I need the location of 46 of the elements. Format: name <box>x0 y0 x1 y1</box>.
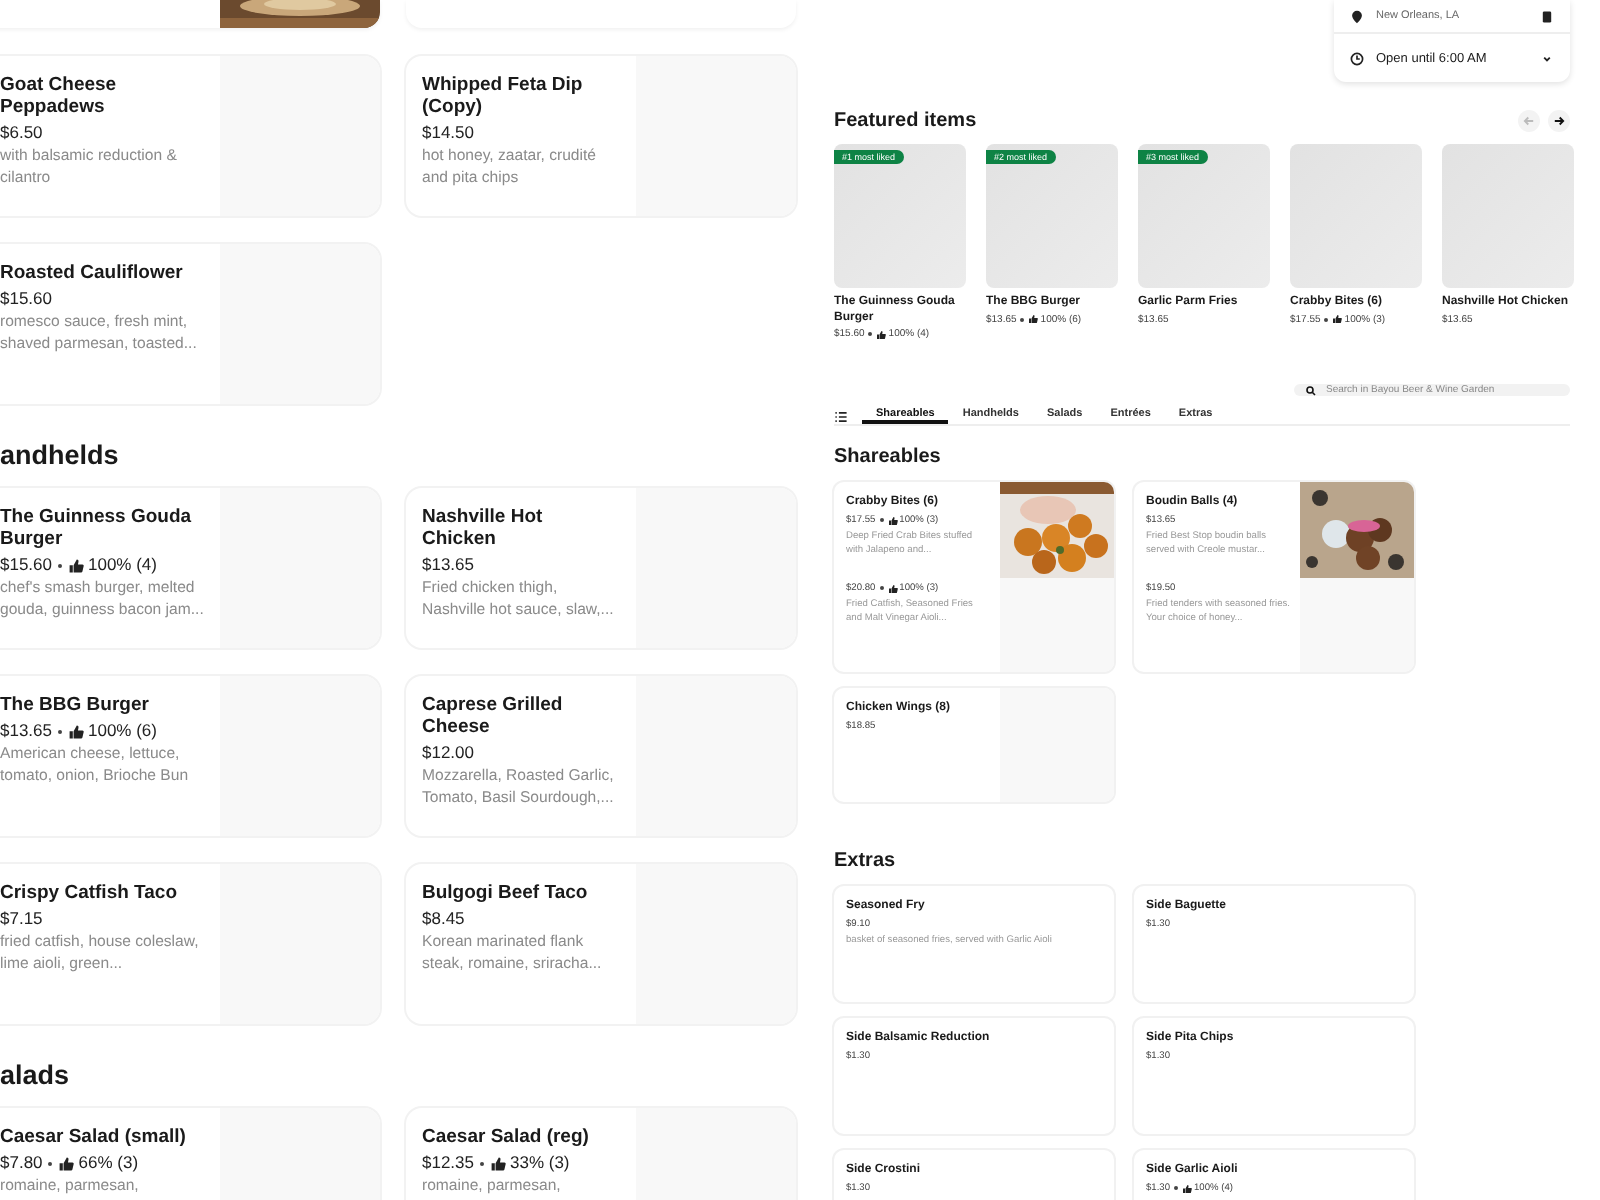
item-price: $7.15 <box>0 908 45 930</box>
thumbs-up-icon <box>887 515 898 525</box>
item-name: The Guinness Gouda Burger <box>0 506 194 550</box>
item-name: Nashville Hot Chicken <box>422 506 545 550</box>
item-price: $8.45 <box>422 908 467 930</box>
item-price: $6.50 <box>0 122 45 144</box>
thumbs-up-icon <box>490 1155 506 1171</box>
item-price: $13.65 <box>422 554 476 576</box>
item-price: $12.35 33% (3) <box>422 1152 572 1174</box>
thumbs-up-icon <box>1332 314 1343 324</box>
next-button[interactable] <box>1548 110 1570 132</box>
item-name: Goat Cheese Peppadews <box>0 74 119 118</box>
item-name: Crispy Catfish Taco <box>0 882 180 904</box>
section-heading: Featured items <box>834 110 979 132</box>
item-price: $14.50 <box>422 122 476 144</box>
section-heading: Extras <box>834 850 898 872</box>
section-heading: andhelds <box>0 440 121 470</box>
search-icon <box>1306 385 1316 395</box>
list-icon[interactable] <box>834 409 848 423</box>
pin-icon <box>1350 9 1364 23</box>
item-price: $15.60 <box>0 288 54 310</box>
arrow-right-icon <box>1552 114 1566 128</box>
thumbs-up-icon <box>1182 1183 1193 1193</box>
arrow-left-icon <box>1522 114 1536 128</box>
section-heading: Shareables <box>834 446 943 468</box>
thumbs-up-icon <box>68 557 84 573</box>
thumbs-up-icon <box>876 329 887 339</box>
item-name: Caprese Grilled Cheese <box>422 694 565 738</box>
thumbs-up-icon <box>887 583 898 593</box>
thumbs-up-icon <box>68 723 84 739</box>
clock-icon <box>1350 51 1364 65</box>
item-price: $7.80 66% (3) <box>0 1152 141 1174</box>
item-price: $15.60 100% (4) <box>0 554 159 576</box>
chevron-down-icon[interactable] <box>1540 51 1554 65</box>
copy-icon[interactable] <box>1540 9 1554 23</box>
item-name: Bulgogi Beef Taco <box>422 882 590 904</box>
item-name: Whipped Feta Dip (Copy) <box>422 74 585 118</box>
item-name: Caesar Salad (small) <box>0 1126 188 1148</box>
item-price: $13.65 100% (6) <box>0 720 159 742</box>
item-name: Roasted Cauliflower <box>0 262 185 284</box>
item-price: $12.00 <box>422 742 476 764</box>
thumbs-up-icon <box>58 1155 75 1171</box>
item-name: The BBG Burger <box>0 694 151 716</box>
thumbs-up-icon <box>1028 314 1039 324</box>
section-heading: alads <box>0 1060 72 1090</box>
item-name: Caesar Salad (reg) <box>422 1126 591 1148</box>
